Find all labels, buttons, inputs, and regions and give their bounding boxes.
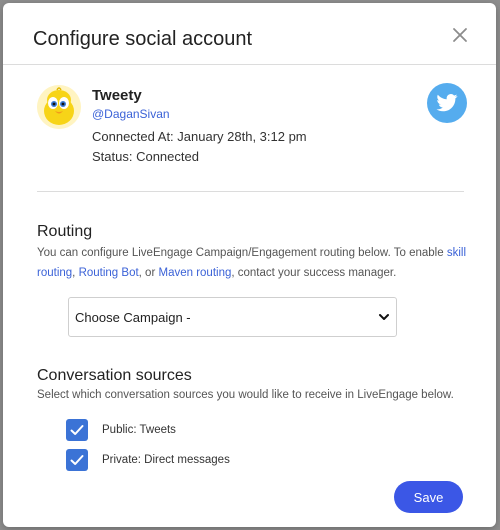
direct-messages-checkbox[interactable] (66, 449, 88, 471)
direct-messages-label: Private: Direct messages (102, 454, 230, 466)
routing-desc-text: You can configure LiveEngage Campaign/En… (37, 247, 447, 259)
routing-desc-end: , contact your success manager. (231, 267, 397, 279)
routing-desc-sep2: , or (138, 267, 159, 279)
checkmark-icon (70, 455, 84, 465)
connected-at-text: Connected At: January 28th, 3:12 pm (92, 129, 307, 144)
checkmark-icon (70, 425, 84, 435)
routing-title: Routing (37, 223, 93, 240)
account-summary: Tweety @DaganSivan Connected At: January… (37, 83, 467, 175)
routing-bot-link[interactable]: Routing Bot (79, 267, 139, 279)
save-button[interactable]: Save (394, 481, 463, 513)
close-icon (453, 28, 467, 42)
section-divider (37, 191, 464, 192)
tweety-avatar-icon (37, 85, 81, 129)
dialog-header: Configure social account (3, 3, 496, 65)
public-tweets-label: Public: Tweets (102, 424, 176, 436)
chevron-down-icon (379, 314, 389, 320)
source-option-direct-messages[interactable]: Private: Direct messages (66, 449, 230, 471)
dialog-title: Configure social account (33, 28, 253, 50)
backdrop: Configure social account Tweety @DaganSi… (0, 0, 500, 530)
conversation-sources-description: Select which conversation sources you wo… (37, 389, 454, 401)
status-text: Status: Connected (92, 149, 199, 164)
twitter-badge (427, 83, 467, 123)
account-name: Tweety (92, 87, 142, 104)
configure-social-account-dialog: Configure social account Tweety @DaganSi… (3, 3, 496, 527)
campaign-select[interactable]: Choose Campaign - (68, 297, 397, 337)
conversation-sources-title: Conversation sources (37, 367, 192, 384)
public-tweets-checkbox[interactable] (66, 419, 88, 441)
maven-routing-link[interactable]: Maven routing (158, 267, 231, 279)
account-handle[interactable]: @DaganSivan (92, 107, 170, 121)
routing-description: You can configure LiveEngage Campaign/En… (37, 243, 467, 283)
source-option-public-tweets[interactable]: Public: Tweets (66, 419, 176, 441)
twitter-bird-icon (436, 94, 458, 112)
close-button[interactable] (448, 23, 472, 47)
campaign-select-value: Choose Campaign - (75, 310, 191, 325)
